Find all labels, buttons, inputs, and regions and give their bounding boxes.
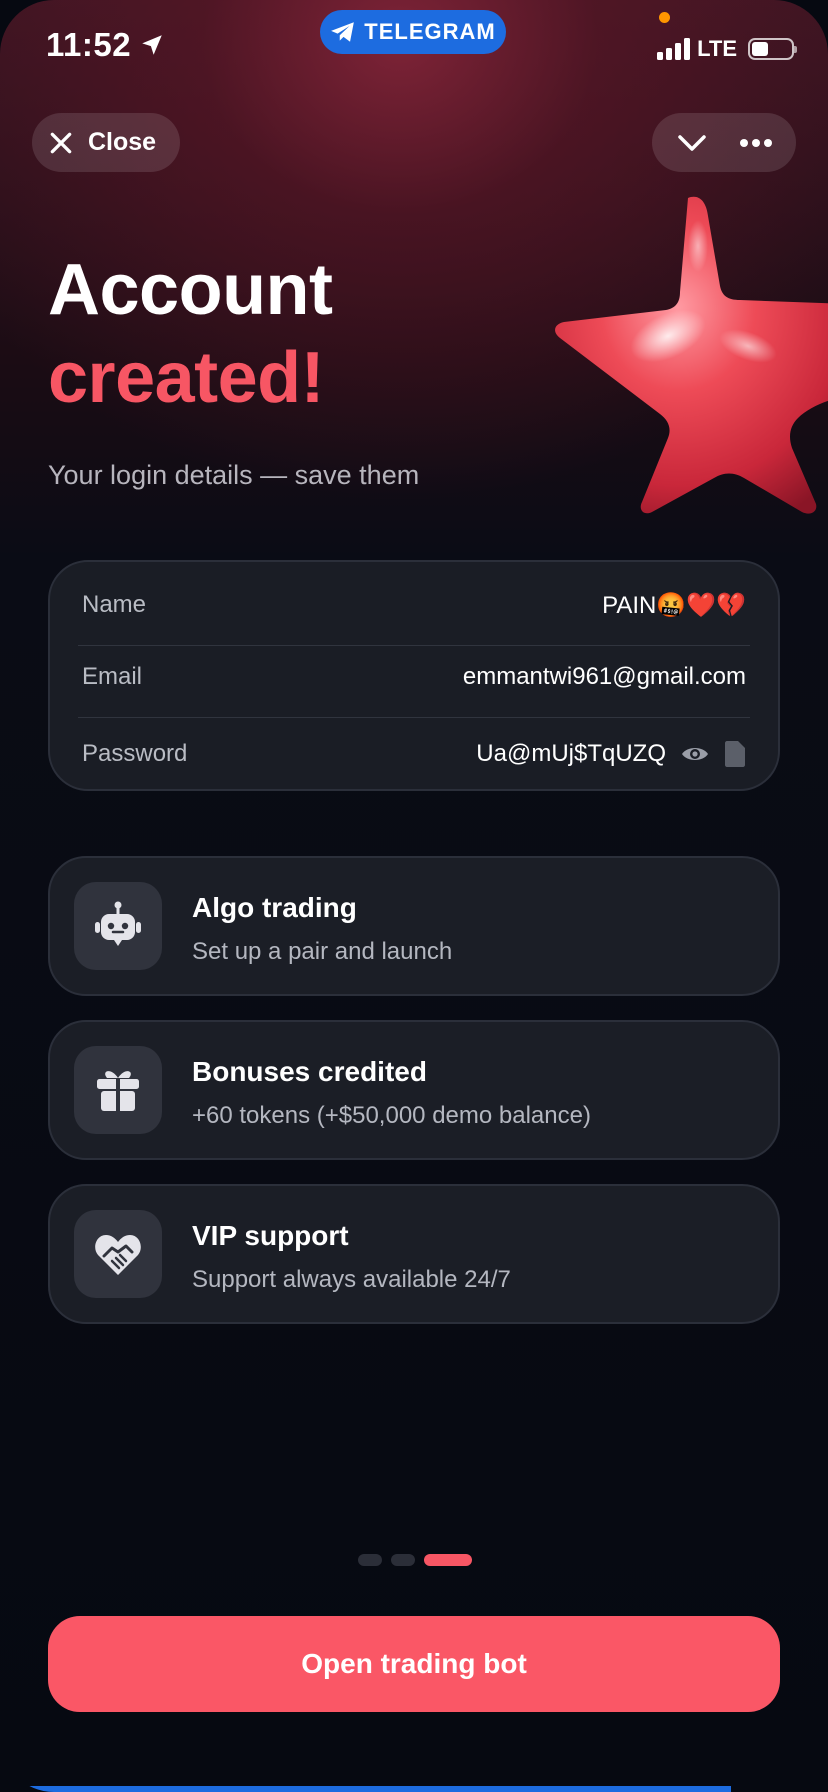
- close-button[interactable]: Close: [32, 113, 181, 172]
- email-row: Email emmantwi961@gmail.com: [82, 642, 746, 712]
- battery-icon: [748, 38, 797, 60]
- chevron-down-icon: [678, 134, 706, 151]
- feature-card-bonuses[interactable]: Bonuses credited +60 tokens (+$50,000 de…: [48, 1020, 780, 1160]
- password-value: Ua@mUj$TqUZQ: [476, 740, 666, 767]
- feature-description: Support always available 24/7: [192, 1266, 511, 1293]
- name-row: Name PAIN🤬❤️💔: [82, 570, 746, 640]
- robot-icon: [95, 901, 141, 946]
- feature-card-vip-support[interactable]: VIP support Support always available 24/…: [48, 1184, 780, 1324]
- network-type: LTE: [697, 36, 737, 61]
- email-label: Email: [82, 663, 143, 690]
- password-row: Password Ua@mUj$TqUZQ: [82, 719, 746, 789]
- page-title-line1: Account: [48, 250, 333, 330]
- page-dot[interactable]: [358, 1554, 382, 1566]
- gift-icon: [97, 1071, 139, 1111]
- telegram-badge[interactable]: TELEGRAM: [320, 10, 506, 54]
- show-password-button[interactable]: [680, 743, 710, 765]
- page-dot[interactable]: [391, 1554, 415, 1566]
- feature-description: +60 tokens (+$50,000 demo balance): [192, 1102, 591, 1129]
- bottom-progress-bar: [0, 1786, 731, 1792]
- feature-icon-box: [74, 1210, 162, 1298]
- more-options-button[interactable]: [728, 121, 784, 165]
- feature-icon-box: [74, 1046, 162, 1134]
- copy-password-button[interactable]: [724, 740, 746, 768]
- copy-document-icon: [725, 741, 745, 767]
- feature-description: Set up a pair and launch: [192, 938, 453, 965]
- credentials-card: Name PAIN🤬❤️💔 Email emmantwi961@gmail.co…: [48, 560, 780, 791]
- page-subtitle: Your login details — save them: [48, 460, 420, 490]
- eye-icon: [682, 748, 708, 760]
- name-label: Name: [82, 591, 147, 618]
- feature-title: Algo trading: [192, 892, 357, 923]
- cta-label: Open trading bot: [301, 1648, 527, 1679]
- feature-title: Bonuses credited: [192, 1056, 427, 1087]
- feature-title: VIP support: [192, 1220, 349, 1251]
- open-trading-bot-button[interactable]: Open trading bot: [48, 1616, 780, 1712]
- more-dots-icon: [740, 138, 772, 147]
- header-menu: [652, 113, 796, 172]
- email-value: emmantwi961@gmail.com: [462, 663, 746, 690]
- cellular-signal-icon: [657, 38, 691, 60]
- feature-icon-box: [74, 882, 162, 970]
- page-title-line2: created!: [48, 338, 325, 418]
- name-value: PAIN🤬❤️💔: [602, 591, 746, 619]
- feature-card-algo-trading[interactable]: Algo trading Set up a pair and launch: [48, 856, 780, 996]
- close-icon: [50, 132, 72, 153]
- pagination-dots: [358, 1554, 472, 1566]
- handshake-heart-icon: [95, 1235, 141, 1275]
- location-arrow-icon: [142, 35, 162, 55]
- status-indicators: LTE: [657, 36, 797, 62]
- telegram-plane-icon: [331, 22, 355, 42]
- status-time-text: 11:52: [46, 26, 132, 63]
- password-label: Password: [82, 740, 188, 767]
- divider: [78, 717, 750, 718]
- telegram-label: TELEGRAM: [364, 19, 496, 44]
- page-dot-active[interactable]: [424, 1554, 472, 1566]
- close-label: Close: [88, 128, 157, 156]
- app-screen: 11:52 TELEGRAM LTE Close Account created…: [0, 0, 828, 1792]
- star-illustration: [555, 196, 828, 514]
- collapse-button[interactable]: [664, 121, 720, 165]
- status-time: 11:52: [46, 26, 165, 64]
- password-actions: Ua@mUj$TqUZQ: [476, 740, 746, 768]
- privacy-indicator-dot: [659, 12, 670, 23]
